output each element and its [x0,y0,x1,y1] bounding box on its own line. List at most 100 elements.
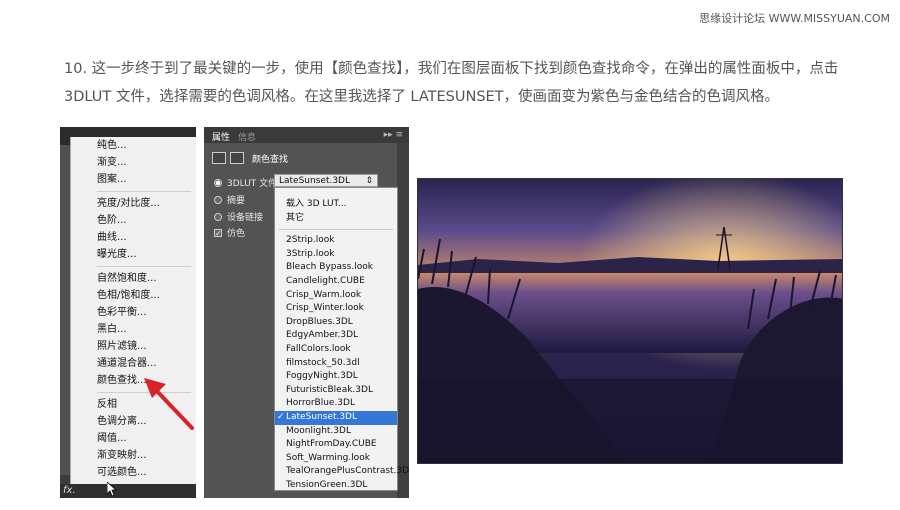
option-label: 设备链接 [227,213,264,223]
lut-option-label: TealOrangePlusContrast.3DL [286,466,409,477]
panel-header: 颜色查找 [212,149,288,167]
result-photo [417,178,843,464]
panel-menu-icon[interactable]: ▸▸ ≡ [384,130,403,140]
lut-dropdown-list: 载入 3D LUT... 其它 2Strip.look 3Strip.look Blea… [274,187,409,493]
menu-item[interactable]: 可选颜色... [71,464,196,481]
watermark: 思缘设计论坛 WWW.MISSYUAN.COM [699,12,890,25]
menu-item[interactable]: 色阶... [71,212,196,229]
lut-option[interactable]: 3Strip.look [275,248,397,262]
menu-item[interactable]: 色相/饱和度... [71,287,196,304]
lut-option[interactable]: Bleach Bypass.look [275,261,397,275]
menu-item[interactable]: 渐变映射... [71,447,196,464]
menu-item[interactable]: 亮度/对比度... [71,195,196,212]
checkmark-icon: ✓ [277,411,285,422]
lut-option-label: Soft_Warming.look [286,452,370,463]
dropdown-item-label: 其它 [286,212,305,223]
option-abstract[interactable]: 摘要 [214,193,245,206]
option-device-link[interactable]: 设备链接 [214,210,263,223]
adjustment-menu-screenshot: 纯色... 渐变... 图案... 亮度/对比度... 色阶... 曲线... 曝光度...… [60,127,196,498]
mouse-cursor-icon [107,482,117,496]
option-dither[interactable]: ✓ 仿色 [214,226,245,239]
lut-file-select[interactable]: LateSunset.3DL ⇕ [274,174,378,187]
lut-option-label: HorrorBlue.3DL [286,398,355,409]
lut-option[interactable]: Candlelight.CUBE [275,275,397,289]
adjustment-layer-menu: 纯色... 渐变... 图案... 亮度/对比度... 色阶... 曲线... 曝光度...… [70,137,196,487]
layer-mask-icon [230,152,244,164]
lut-option-label: 2Strip.look [286,235,335,246]
other-item[interactable]: 其它 [275,212,397,226]
lut-option[interactable]: TealOrangePlusContrast.3DL [275,465,409,479]
menu-separator [97,191,191,192]
lut-option-label: FuturisticBleak.3DL [286,384,373,395]
lut-option[interactable]: filmstock_50.3dl [275,357,397,371]
lut-option-label: NightFromDay.CUBE [286,439,377,450]
lut-option[interactable]: 2Strip.look [275,234,397,248]
menu-item[interactable]: 阈值... [71,430,196,447]
menu-item[interactable]: 黑白... [71,321,196,338]
option-label: 仿色 [227,229,246,239]
lut-option-label: EdgyAmber.3DL [286,330,359,341]
lut-option-label: Candlelight.CUBE [286,275,365,286]
menu-item[interactable]: 自然饱和度... [71,270,196,287]
menu-item[interactable]: 纯色... [71,137,196,154]
menu-item[interactable]: 通道混合器... [71,355,196,372]
step-description: 10. 这一步终于到了最关键的一步，使用【颜色查找】，我们在图层面板下找到颜色查… [64,55,864,111]
load-3d-lut-item[interactable]: 载入 3D LUT... [275,198,397,212]
panel-title: 颜色查找 [252,154,289,165]
menu-item[interactable]: 渐变... [71,154,196,171]
menu-item[interactable]: 图案... [71,171,196,188]
radio-abstract[interactable] [214,195,222,204]
layers-bottom-bar: fx. [60,484,196,498]
menu-item[interactable]: 色彩平衡... [71,304,196,321]
lut-option[interactable]: FuturisticBleak.3DL [275,384,397,398]
description-line-1: 10. 这一步终于到了最关键的一步，使用【颜色查找】，我们在图层面板下找到颜色查… [64,61,839,77]
option-label: 摘要 [227,196,246,206]
lut-option-label: TensionGreen.3DL [286,479,368,490]
lut-option[interactable]: HorrorBlue.3DL [275,397,397,411]
option-label: 3DLUT 文件 [227,179,278,189]
adjustment-grid-icon [212,152,226,164]
lut-option-label: LateSunset.3DL [286,411,358,422]
dropdown-item-label: 载入 3D LUT... [286,199,347,209]
checkbox-dither[interactable]: ✓ [214,228,222,237]
menu-separator [97,266,191,267]
tab-properties[interactable]: 属性 [212,130,230,143]
lut-option-label: FallColors.look [286,343,351,354]
lut-option[interactable]: Moonlight.3DL [275,425,397,439]
lut-option[interactable]: Crisp_Warm.look [275,289,397,303]
menu-item[interactable]: 曝光度... [71,246,196,263]
lut-option[interactable]: FoggyNight.3DL [275,370,397,384]
lut-option[interactable]: Crisp_Winter.look [275,302,397,316]
radio-3dlut[interactable] [214,178,222,187]
right-tool-strip [397,143,409,498]
lut-option-label: DropBlues.3DL [286,316,353,327]
lut-option-label: Crisp_Winter.look [286,303,364,314]
lut-option[interactable]: ✓ LateSunset.3DL [275,410,397,425]
lut-option-label: 3Strip.look [286,248,335,259]
layer-sidebar [60,145,70,475]
panel-tab-bar: 属性 信息 ▸▸ ≡ [204,127,409,143]
lut-option[interactable]: NightFromDay.CUBE [275,438,397,452]
lut-option-label: Bleach Bypass.look [286,262,373,273]
option-3dlut-file[interactable]: 3DLUT 文件 [214,176,277,189]
lut-option-label: Moonlight.3DL [286,425,351,436]
dropdown-spacer [275,188,397,198]
red-arrow-icon [144,378,194,430]
select-value: LateSunset.3DL [279,176,351,186]
properties-panel-screenshot: 属性 信息 ▸▸ ≡ 颜色查找 3DLUT 文件 摘要 设备链接 ✓ 仿色 La… [204,127,409,498]
menu-item[interactable]: 照片滤镜... [71,338,196,355]
lut-option[interactable]: DropBlues.3DL [275,316,397,330]
lut-option-label: filmstock_50.3dl [286,357,360,368]
lut-option-label: FoggyNight.3DL [286,371,358,382]
lut-option[interactable]: Soft_Warming.look [275,452,397,466]
lut-option[interactable]: EdgyAmber.3DL [275,329,397,343]
tab-info[interactable]: 信息 [238,130,256,143]
lut-option-label: Crisp_Warm.look [286,289,362,300]
fx-button[interactable]: fx. [63,484,76,498]
lut-option[interactable]: FallColors.look [275,343,397,357]
menu-item[interactable]: 曲线... [71,229,196,246]
description-line-2: 3DLUT 文件，选择需要的色调风格。在这里我选择了 LATESUNSET，使画… [64,89,780,105]
lut-option[interactable]: TensionGreen.3DL [275,479,397,493]
dropdown-separator [279,229,393,231]
radio-device-link[interactable] [214,212,222,221]
